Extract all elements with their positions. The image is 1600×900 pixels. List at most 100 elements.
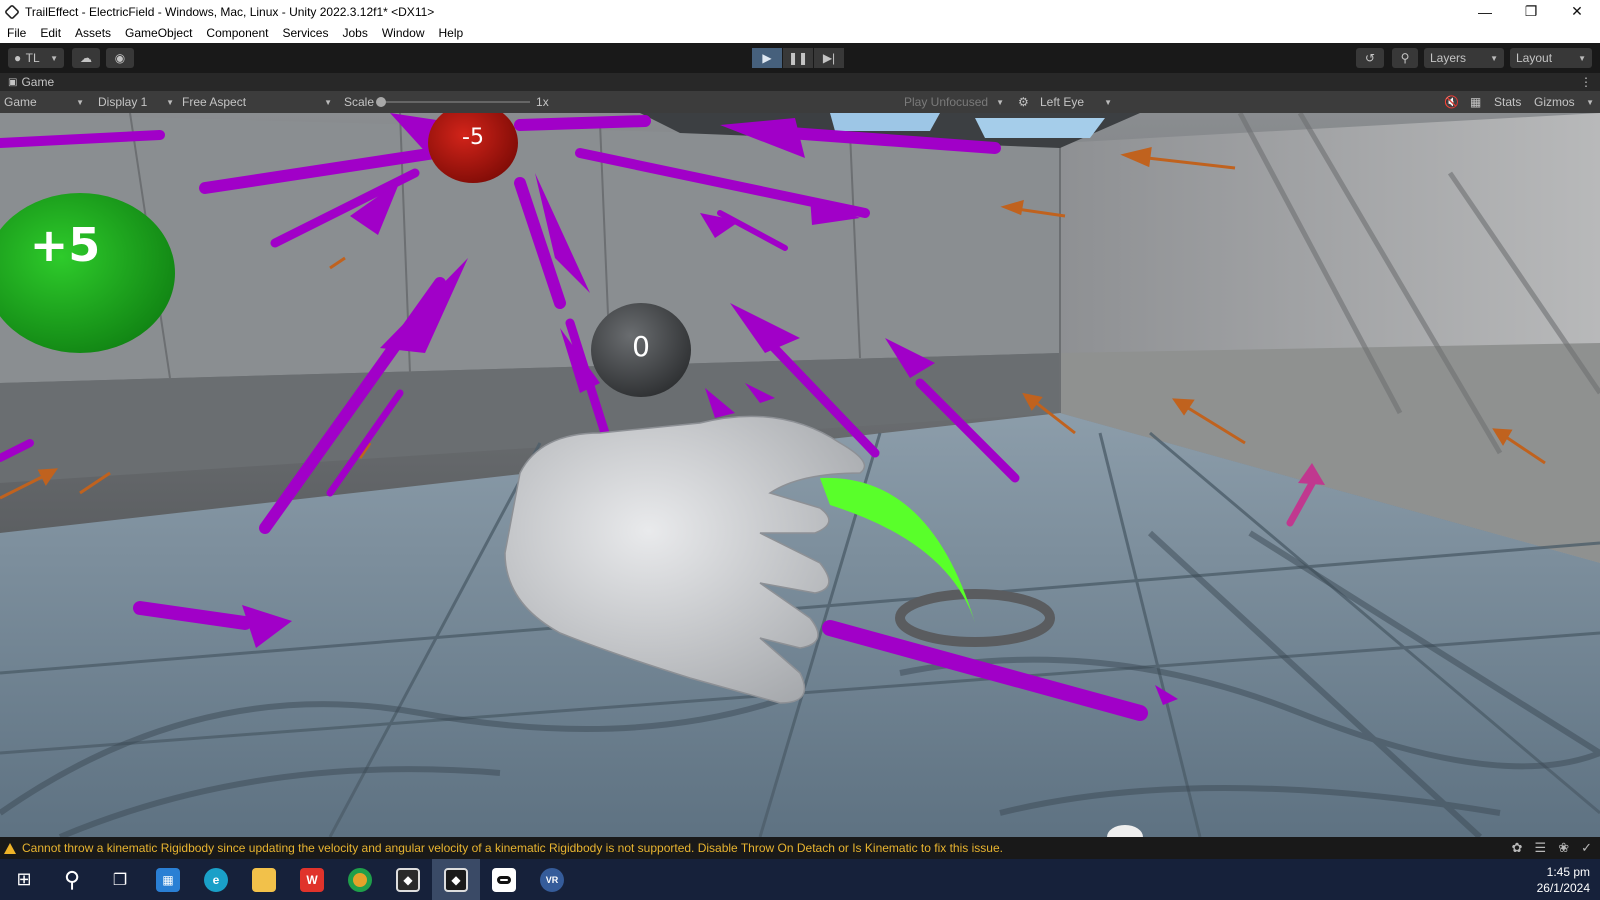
menu-window[interactable]: Window <box>375 26 432 40</box>
edge-icon: e <box>204 867 228 892</box>
microsoft-store-button[interactable]: ▦ <box>144 859 192 900</box>
layers-stack-icon[interactable]: ☰ <box>1535 840 1547 856</box>
unity-hub-button[interactable]: ◆ <box>384 859 432 900</box>
menu-services[interactable]: Services <box>275 26 335 40</box>
window-titlebar: TrailEffect - ElectricField - Windows, M… <box>0 0 1600 23</box>
eye-select-value: Left Eye <box>1040 95 1085 109</box>
scene-render <box>0 113 1600 837</box>
layout-label: Layout <box>1516 51 1553 65</box>
view-select[interactable]: Game ▼ <box>0 91 88 113</box>
collab-button[interactable]: ◉ <box>106 48 134 68</box>
account-dropdown[interactable]: ● TL ▼ <box>8 48 64 68</box>
aspect-select-value: Free Aspect <box>182 95 247 109</box>
search-button[interactable]: ⚲ <box>1392 48 1418 68</box>
status-message: Cannot throw a kinematic Rigidbody since… <box>22 841 1003 855</box>
play-icon: ▶ <box>762 51 772 65</box>
status-icons: ✿ ☰ ❀ ✓ <box>1512 840 1592 856</box>
game-viewport[interactable]: +5 -5 0 <box>0 113 1600 837</box>
edge-button[interactable]: e <box>192 859 240 900</box>
network-icon[interactable]: ❀ <box>1558 840 1569 856</box>
scale-slider-thumb[interactable] <box>376 97 387 107</box>
chevron-down-icon: ▼ <box>76 97 84 107</box>
windows-start-button[interactable]: ⊞ <box>0 859 48 900</box>
menu-help[interactable]: Help <box>432 26 471 40</box>
aspect-select[interactable]: Free Aspect ▼ <box>178 91 336 113</box>
warning-icon <box>4 842 16 854</box>
chevron-down-icon: ▼ <box>1578 53 1586 63</box>
collab-icon: ◉ <box>114 51 126 65</box>
menu-assets[interactable]: Assets <box>68 26 118 40</box>
debug-toggle[interactable]: ⚙ <box>1014 91 1033 113</box>
tab-game[interactable]: Game <box>21 75 54 89</box>
menu-gameobject[interactable]: GameObject <box>118 26 199 40</box>
stats-button[interactable]: Stats <box>1490 91 1525 113</box>
chevron-down-icon: ▼ <box>996 97 1004 107</box>
history-button[interactable]: ↺ <box>1356 48 1384 68</box>
mute-audio-toggle[interactable]: 🔇 <box>1440 91 1463 113</box>
play-focus-select[interactable]: Play Unfocused ▼ <box>900 91 1008 113</box>
account-label: TL <box>25 51 40 65</box>
layout-dropdown[interactable]: Layout ▼ <box>1510 48 1592 68</box>
bug-icon: ⚙ <box>1018 95 1029 109</box>
unity-logo-icon <box>4 3 20 20</box>
system-clock[interactable]: 1:45 pm 26/1/2024 <box>1537 864 1590 896</box>
step-icon: ▶| <box>822 51 836 65</box>
gizmos-dropdown[interactable]: Gizmos ▼ <box>1530 91 1598 113</box>
layers-label: Layers <box>1430 51 1467 65</box>
chevron-down-icon: ▼ <box>50 53 58 63</box>
display-select[interactable]: Display 1 ▼ <box>94 91 178 113</box>
negative-charge-label: -5 <box>462 125 484 150</box>
oculus-button[interactable] <box>480 859 528 900</box>
unity-editor-button[interactable]: ◆ <box>432 859 480 900</box>
grid-toggle[interactable]: ▦ <box>1466 91 1485 113</box>
chrome-button[interactable] <box>336 859 384 900</box>
cloud-button[interactable]: ☁ <box>72 48 100 68</box>
step-button[interactable]: ▶| <box>814 48 844 68</box>
display-select-value: Display 1 <box>98 95 148 109</box>
restore-button[interactable]: ❐ <box>1508 0 1554 23</box>
menu-jobs[interactable]: Jobs <box>335 26 374 40</box>
task-view-button[interactable]: ❐ <box>96 859 144 900</box>
wps-office-button[interactable]: W <box>288 859 336 900</box>
wps-office-icon: W <box>300 867 324 892</box>
search-icon: ⚲ <box>63 866 81 892</box>
play-button[interactable]: ▶ <box>752 48 782 68</box>
minimize-button[interactable]: — <box>1462 0 1508 23</box>
chevron-down-icon: ▼ <box>1586 97 1594 107</box>
eye-select[interactable]: Left Eye ▼ <box>1036 91 1116 113</box>
check-circle-icon[interactable]: ✓ <box>1581 840 1592 856</box>
menu-file[interactable]: File <box>0 26 33 40</box>
gizmos-label: Gizmos <box>1534 95 1575 109</box>
menu-edit[interactable]: Edit <box>33 26 68 40</box>
play-focus-value: Play Unfocused <box>904 95 989 109</box>
test-charge-label: 0 <box>632 330 650 363</box>
more-options-icon[interactable]: ⋮ <box>1580 75 1592 89</box>
positive-charge-label: +5 <box>29 218 101 272</box>
file-explorer-icon <box>252 867 276 892</box>
scale-label: Scale <box>344 95 375 109</box>
menu-component[interactable]: Component <box>199 26 275 40</box>
layers-dropdown[interactable]: Layers ▼ <box>1424 48 1504 68</box>
chrome-icon <box>348 867 372 892</box>
search-icon: ⚲ <box>1400 51 1410 65</box>
chevron-down-icon: ▼ <box>1490 53 1498 63</box>
scale-slider[interactable] <box>376 97 531 107</box>
chevron-down-icon: ▼ <box>166 97 174 107</box>
file-explorer-button[interactable] <box>240 859 288 900</box>
console-status-bar[interactable]: Cannot throw a kinematic Rigidbody since… <box>0 837 1600 859</box>
window-title: TrailEffect - ElectricField - Windows, M… <box>25 4 435 19</box>
search-button[interactable]: ⚲ <box>48 859 96 900</box>
pause-icon: ❚❚ <box>787 51 809 65</box>
play-controls: ▶ ❚❚ ▶| <box>752 48 844 68</box>
steamvr-button[interactable]: VR <box>528 859 576 900</box>
menu-bar: File Edit Assets GameObject Component Se… <box>0 23 1600 43</box>
windows-start-icon: ⊞ <box>16 869 32 889</box>
close-button[interactable]: ✕ <box>1554 0 1600 23</box>
pause-button[interactable]: ❚❚ <box>783 48 813 68</box>
game-view-toolbar: Game ▼ Display 1 ▼ Free Aspect ▼ Scale 1… <box>0 91 1600 113</box>
scale-control: Scale 1x <box>340 91 553 113</box>
speaker-muted-icon: 🔇 <box>1444 95 1459 109</box>
chevron-down-icon: ▼ <box>324 97 332 107</box>
bug-icon[interactable]: ✿ <box>1512 840 1523 856</box>
clock-date: 26/1/2024 <box>1536 881 1590 895</box>
